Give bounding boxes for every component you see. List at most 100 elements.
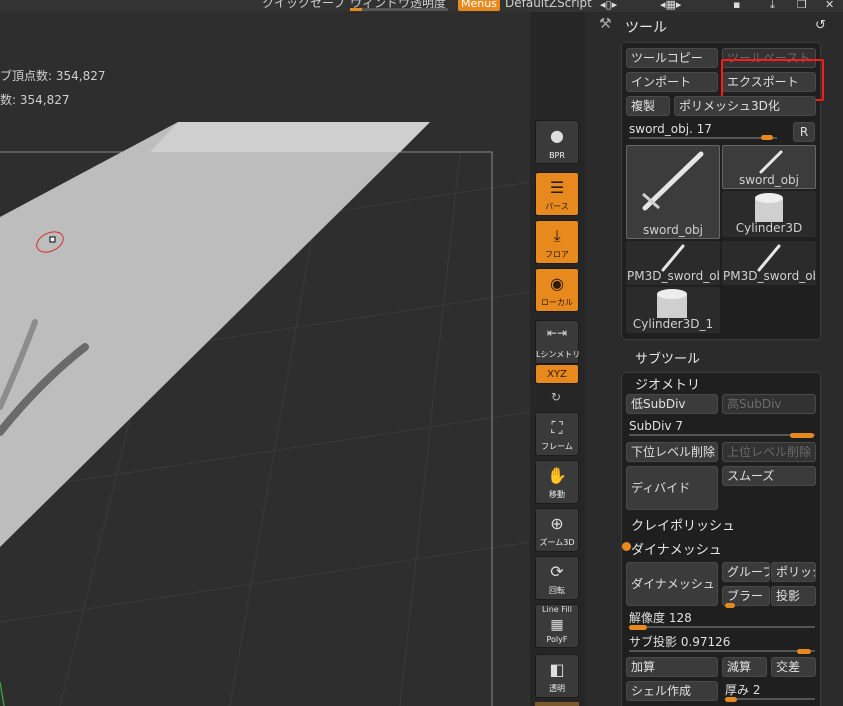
- subdiv-slider-knob[interactable]: [790, 433, 814, 438]
- dynamesh-button[interactable]: ダイナメッシュ: [626, 562, 718, 606]
- quicksave-button[interactable]: クイックセーブ: [262, 0, 345, 10]
- frame-label: フレーム: [541, 442, 573, 451]
- transparency-label: 透明: [549, 684, 565, 693]
- stat-value: 354,827: [55, 69, 106, 83]
- xyz-label: XYZ: [547, 369, 567, 380]
- thickness-slider-track[interactable]: [725, 698, 815, 700]
- lower-subdiv-button[interactable]: 低SubDiv: [626, 394, 718, 414]
- perspective-icon: ☰: [549, 178, 565, 197]
- geometry-header[interactable]: ジオメトリ: [635, 374, 700, 393]
- transparency-button[interactable]: ◧ 透明: [535, 654, 579, 698]
- bpr-render-button[interactable]: ● BPR: [535, 120, 579, 164]
- top-menu-bar: クイックセーブ ウィンドウ透明度 Menus DefaultZScript ◂▯…: [0, 0, 843, 12]
- brush-cursor-center: [49, 236, 56, 243]
- import-button[interactable]: インポート: [626, 72, 718, 92]
- tool-thumb[interactable]: PM3D_sword_ob: [722, 241, 816, 285]
- higher-subdiv-button[interactable]: 高SubDiv: [722, 394, 816, 414]
- floor-icon: ⤓: [553, 226, 561, 245]
- perspective-button[interactable]: ☰ パース: [535, 172, 579, 216]
- tool-select-slider-track[interactable]: [629, 137, 777, 139]
- shelf-next-button[interactable]: [535, 702, 579, 706]
- thumb-label: Cylinder3D: [735, 221, 803, 235]
- grid-icon: ▦: [550, 617, 564, 633]
- create-shell-button[interactable]: シェル作成: [626, 681, 718, 701]
- blur-slider-knob[interactable]: [725, 603, 735, 608]
- local-icon: ◉: [550, 274, 564, 293]
- sphere-icon: ●: [550, 126, 564, 145]
- intersect-button[interactable]: 交差: [771, 657, 816, 677]
- move-button[interactable]: ✋ 移動: [535, 460, 579, 504]
- stat-label: ブ頂点数:: [0, 69, 53, 83]
- duplicate-button[interactable]: 複製: [626, 96, 670, 116]
- local-button[interactable]: ◉ ローカル: [535, 268, 579, 312]
- restore-window-icon[interactable]: ❐: [797, 0, 807, 11]
- subproject-slider-knob[interactable]: [797, 649, 811, 654]
- subproject-slider-track[interactable]: [629, 650, 815, 652]
- lsym-button[interactable]: ⇤⇥ Lシンメトリ: [535, 320, 580, 364]
- symmetry-icon: ⇤⇥: [546, 326, 568, 340]
- subtool-header[interactable]: サブツール: [635, 348, 700, 367]
- rotate-axis-icon[interactable]: ↻: [551, 390, 561, 404]
- default-zscript-button[interactable]: DefaultZScript: [505, 0, 592, 10]
- layout-icon[interactable]: ◂▦▸: [660, 0, 681, 11]
- right-shelf: ● BPR ☰ パース ⤓ フロア ◉ ローカル ⇤⇥ Lシンメトリ XYZ ↻…: [530, 12, 593, 706]
- thumb-label: sword_obj: [738, 173, 800, 187]
- linefill-label: Line Fill: [542, 605, 572, 614]
- add-button[interactable]: 加算: [626, 657, 718, 677]
- rotate-label: 回転: [549, 586, 565, 595]
- scroll-icon[interactable]: ◂▯▸: [600, 0, 617, 11]
- transparency-slider[interactable]: [350, 8, 448, 11]
- zoom3d-button[interactable]: ⊕ ズーム3D: [535, 508, 579, 552]
- thickness-slider-knob[interactable]: [725, 697, 737, 702]
- polish-toggle[interactable]: ポリッシュ: [771, 562, 816, 582]
- thumb-label: Cylinder3D_1: [632, 317, 714, 331]
- move-label: 移動: [549, 490, 565, 499]
- xyz-button[interactable]: XYZ: [535, 364, 579, 384]
- subtract-button[interactable]: 減算: [722, 657, 767, 677]
- resolution-slider-track[interactable]: [629, 626, 815, 628]
- make-polymesh-button[interactable]: ポリメッシュ3D化: [674, 96, 816, 116]
- total-points-stat: 数: 354,827: [0, 91, 70, 108]
- dynamesh-active-dot: [622, 542, 631, 551]
- delete-higher-button[interactable]: 上位レベル削除: [722, 442, 816, 462]
- lock-icon[interactable]: ▪: [733, 0, 740, 11]
- tool-thumb[interactable]: sword_obj: [722, 145, 816, 189]
- zoom-icon: ⊕: [550, 514, 564, 533]
- tool-header[interactable]: ツール: [625, 17, 667, 37]
- axis-line: [0, 681, 5, 706]
- menus-toggle[interactable]: Menus: [458, 0, 500, 11]
- tool-thumb[interactable]: PM3D_sword_ob: [626, 241, 720, 285]
- r-button[interactable]: R: [793, 122, 815, 142]
- reset-icon[interactable]: ↺: [815, 18, 826, 33]
- rotate-button[interactable]: ⟳ 回転: [535, 556, 579, 600]
- download-icon[interactable]: ⤓: [770, 0, 775, 12]
- dynamesh-header[interactable]: ダイナメッシュ: [631, 539, 722, 558]
- divide-button[interactable]: ディバイド: [626, 466, 718, 510]
- local-label: ローカル: [541, 298, 573, 307]
- tool-palette: ⚒ ツール ↺ ツールコピー ツールペースト インポート エクスポート 複製 ポ…: [585, 12, 843, 706]
- hammer-icon: ⚒: [599, 16, 612, 32]
- floor-button[interactable]: ⤓ フロア: [535, 220, 579, 264]
- polyf-button[interactable]: Line Fill ▦ PolyF: [535, 604, 579, 648]
- floor-label: フロア: [545, 250, 569, 259]
- viewport-canvas[interactable]: ブ頂点数: 354,827 数: 354,827: [0, 12, 530, 706]
- tool-thumb[interactable]: Cylinder3D_1: [626, 287, 720, 333]
- tool-thumb[interactable]: sword_obj: [626, 145, 720, 239]
- frame-button[interactable]: ⛶ フレーム: [535, 412, 579, 456]
- resolution-slider-knob[interactable]: [629, 625, 647, 630]
- frame-icon: ⛶: [551, 418, 563, 437]
- close-icon[interactable]: ✕: [825, 0, 834, 11]
- tool-thumb[interactable]: Cylinder3D: [722, 191, 816, 237]
- sword-icon: [661, 244, 685, 272]
- claypolish-header[interactable]: クレイポリッシュ: [631, 515, 735, 534]
- smooth-button[interactable]: スムーズ: [722, 466, 816, 486]
- delete-lower-button[interactable]: 下位レベル削除: [626, 442, 718, 462]
- stat-label: 数:: [0, 93, 17, 107]
- perspective-label: パース: [545, 202, 569, 211]
- project-toggle[interactable]: 投影: [771, 586, 816, 606]
- subdiv-slider-track[interactable]: [629, 434, 815, 436]
- sword-icon: [759, 150, 783, 174]
- tool-select-slider-knob[interactable]: [761, 135, 773, 140]
- groups-toggle[interactable]: グループ: [722, 562, 770, 582]
- tool-copy-button[interactable]: ツールコピー: [626, 48, 718, 68]
